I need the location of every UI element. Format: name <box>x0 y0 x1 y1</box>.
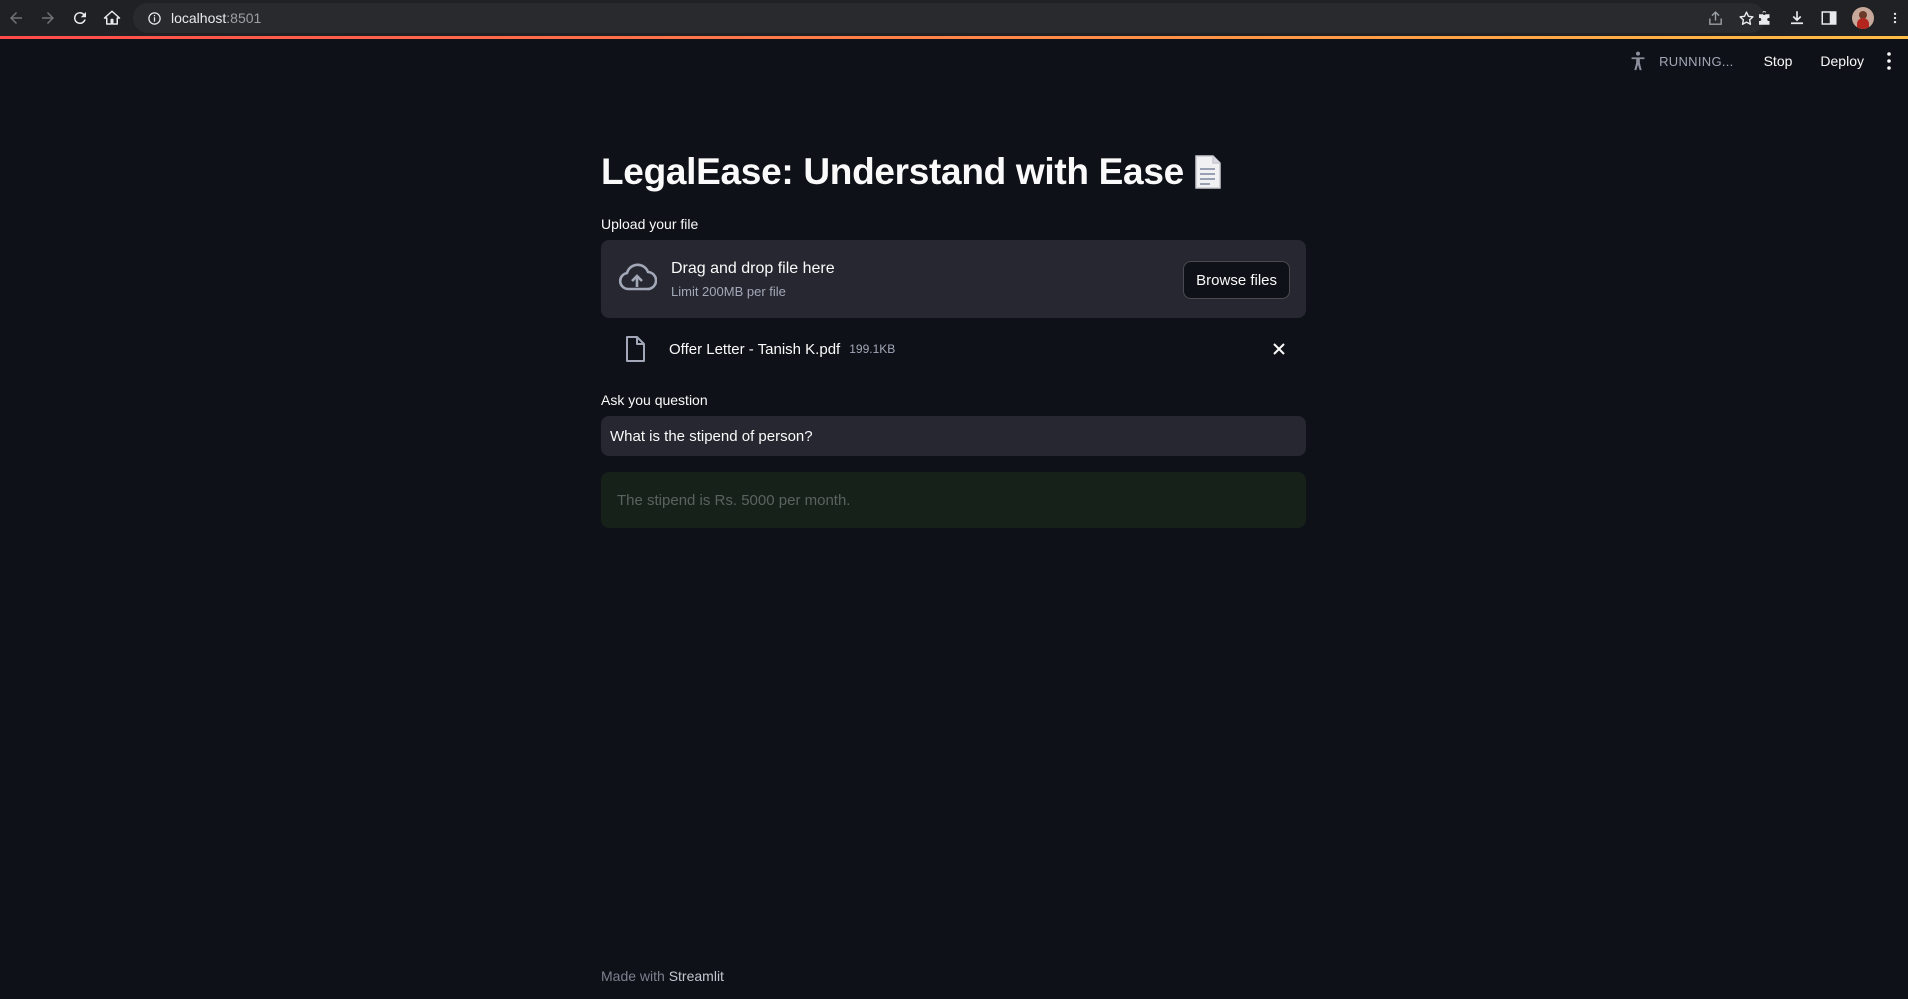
cloud-upload-icon <box>618 263 657 291</box>
upload-label: Upload your file <box>601 216 699 232</box>
page-facing-up-icon <box>1195 155 1221 189</box>
uploaded-file: Offer Letter - Tanish K.pdf 199.1KB <box>601 318 1306 380</box>
app-header: RUNNING... Stop Deploy <box>1627 39 1908 83</box>
file-size: 199.1KB <box>849 342 896 356</box>
running-man-icon <box>1631 51 1645 71</box>
deploy-button[interactable]: Deploy <box>1810 47 1874 75</box>
home-icon <box>103 10 121 25</box>
reload-button[interactable] <box>64 0 96 36</box>
share-icon[interactable] <box>1707 10 1724 27</box>
question-label: Ask you question <box>601 392 708 408</box>
url-text: localhost:8501 <box>171 10 262 26</box>
close-icon <box>1273 343 1285 355</box>
footer-made-with: Made with <box>601 968 665 984</box>
running-status: RUNNING... <box>1627 50 1734 72</box>
dropzone-title: Drag and drop file here <box>671 259 835 277</box>
extensions-icon[interactable] <box>1756 9 1774 27</box>
question-input[interactable] <box>601 416 1306 456</box>
answer-box: The stipend is Rs. 5000 per month. <box>601 472 1306 528</box>
home-button[interactable] <box>96 0 128 36</box>
address-bar[interactable]: localhost:8501 <box>133 3 1765 33</box>
streamlit-link[interactable]: Streamlit <box>669 968 724 984</box>
forward-button[interactable] <box>32 0 64 36</box>
status-text: RUNNING... <box>1659 53 1734 69</box>
remove-file-button[interactable] <box>1268 338 1290 360</box>
footer: Made with Streamlit <box>601 968 724 984</box>
main-menu-button[interactable] <box>1882 50 1896 72</box>
browse-files-button[interactable]: Browse files <box>1183 261 1290 299</box>
kebab-menu-icon <box>1887 52 1891 70</box>
file-name: Offer Letter - Tanish K.pdf <box>669 340 841 358</box>
file-icon <box>626 336 645 362</box>
reload-icon <box>73 12 86 25</box>
dropzone-limit: Limit 200MB per file <box>671 283 786 299</box>
back-button[interactable] <box>0 0 32 36</box>
page-title: LegalEase: Understand with Ease <box>601 150 1306 194</box>
dropzone-text: Drag and drop file here Limit 200MB per … <box>671 260 835 299</box>
browser-menu-icon[interactable] <box>1888 9 1902 27</box>
app-decoration-bar <box>0 36 1908 39</box>
page-title-text: LegalEase: Understand with Ease <box>601 151 1184 192</box>
download-icon[interactable] <box>1788 9 1806 27</box>
site-info-icon[interactable] <box>145 9 163 27</box>
arrow-right-icon <box>42 12 54 24</box>
stop-button[interactable]: Stop <box>1754 47 1803 75</box>
file-dropzone[interactable]: Drag and drop file here Limit 200MB per … <box>601 240 1306 318</box>
profile-avatar[interactable] <box>1852 7 1874 29</box>
browser-toolbar: localhost:8501 <box>0 0 1908 36</box>
star-icon[interactable] <box>1738 10 1755 27</box>
side-panel-icon[interactable] <box>1820 9 1838 27</box>
arrow-left-icon <box>10 12 22 24</box>
main-content: LegalEase: Understand with Ease Upload y… <box>601 120 1306 528</box>
